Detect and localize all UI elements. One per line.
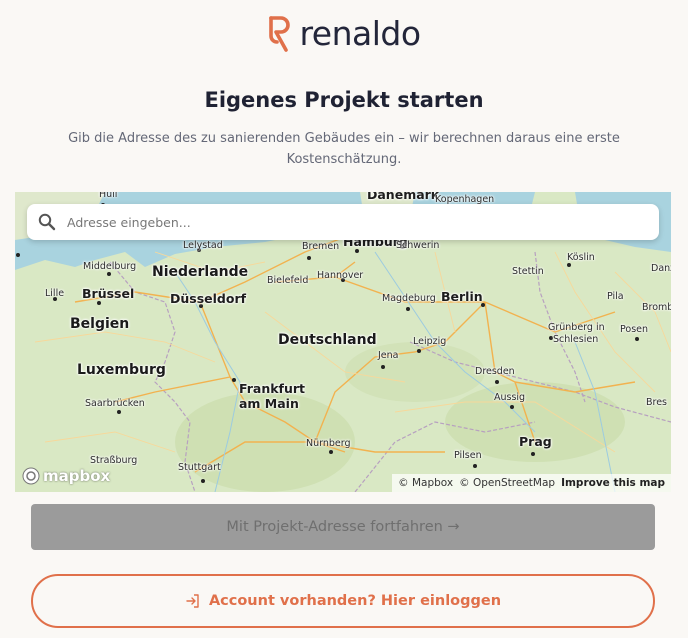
city-dot xyxy=(381,365,385,369)
improve-map-link[interactable]: Improve this map xyxy=(561,477,665,489)
map-label: Brüssel xyxy=(82,286,135,301)
map-view[interactable]: Hull Danemark Kopenhagen Lelystad Bremen… xyxy=(15,192,671,492)
address-search-bar[interactable] xyxy=(27,204,659,240)
map-label: Hannover xyxy=(317,270,364,281)
map-label: Prag xyxy=(519,434,552,449)
map-label: Saarbrücken xyxy=(85,398,145,409)
brand-logo[interactable]: renaldo xyxy=(0,14,688,54)
login-button[interactable]: Account vorhanden? Hier einloggen xyxy=(31,574,655,628)
city-dot xyxy=(635,337,639,341)
brand-name: renaldo xyxy=(299,14,421,53)
map-label: Hull xyxy=(99,192,118,200)
renaldo-logo-icon xyxy=(269,16,291,52)
map-label: Jena xyxy=(378,350,399,361)
map-label: Bromb xyxy=(642,302,671,313)
city-dot xyxy=(406,307,410,311)
mapbox-logo-text: mapbox xyxy=(43,467,111,485)
attribution-osm-link[interactable]: © OpenStreetMap xyxy=(459,477,555,489)
map-label: Pila xyxy=(607,291,624,302)
city-dot xyxy=(107,272,111,276)
map-label: Köslin xyxy=(567,252,595,263)
city-dot xyxy=(16,253,20,257)
map-label: Posen xyxy=(620,324,649,335)
login-icon xyxy=(186,594,199,608)
map-label: Straßburg xyxy=(90,455,138,466)
address-input[interactable] xyxy=(65,213,629,231)
map-label: Frankfurt xyxy=(239,381,306,396)
mapbox-logo[interactable]: mapbox xyxy=(22,467,110,485)
attribution-mapbox-link[interactable]: © Mapbox xyxy=(398,477,453,489)
map-label: Pilsen xyxy=(454,450,482,461)
map-label: Schwerin xyxy=(396,240,440,251)
city-dot xyxy=(510,405,514,409)
map-label: Berlin xyxy=(441,289,483,304)
city-dot xyxy=(355,249,359,253)
map-label: am Main xyxy=(239,396,299,411)
city-dot xyxy=(417,349,421,353)
map-label: Leipzig xyxy=(413,336,447,347)
city-dot xyxy=(97,301,101,305)
map-label: Bres xyxy=(646,397,668,408)
map-label: Belgien xyxy=(70,316,130,332)
login-button-label: Account vorhanden? Hier einloggen xyxy=(208,593,502,609)
city-dot xyxy=(495,380,499,384)
page-subtitle: Gib die Adresse des zu sanierenden Gebäu… xyxy=(68,131,620,167)
map-label: Magdeburg xyxy=(382,293,436,304)
city-dot xyxy=(473,464,477,468)
map-label: Grünberg in xyxy=(548,322,605,333)
map-label: Deutschland xyxy=(278,332,377,348)
map-label: Dresden xyxy=(475,366,515,377)
city-dot xyxy=(329,450,333,454)
page-title: Eigenes Projekt starten xyxy=(204,88,484,112)
map-label: Stuttgart xyxy=(178,462,221,473)
map-label: Stettin xyxy=(512,266,544,277)
map-label: Luxemburg xyxy=(77,362,166,378)
map-label: Lille xyxy=(45,288,65,299)
mapbox-icon xyxy=(22,467,40,485)
map-label: Aussig xyxy=(494,392,526,403)
city-dot xyxy=(232,378,236,382)
city-dot xyxy=(117,410,121,414)
city-dot xyxy=(567,263,571,267)
map-label: Niederlande xyxy=(152,264,249,280)
city-dot xyxy=(201,479,205,483)
city-dot xyxy=(531,452,535,456)
search-icon xyxy=(38,213,56,231)
continue-with-address-button[interactable]: Mit Projekt-Adresse fortfahren → xyxy=(31,504,655,550)
city-dot xyxy=(307,256,311,260)
map-label: Nürnberg xyxy=(306,438,351,449)
map-label: Danemark xyxy=(367,192,440,202)
map-label: Danz xyxy=(651,263,671,274)
map-label: Düsseldorf xyxy=(170,291,247,306)
map-label: Schlesien xyxy=(553,334,599,345)
map-label: Middelburg xyxy=(83,261,137,272)
map-attribution: © Mapbox © OpenStreetMap Improve this ma… xyxy=(392,474,671,492)
map-label: Bremen xyxy=(302,241,340,252)
map-label: Bielefeld xyxy=(267,275,309,286)
map-label: Lelystad xyxy=(183,240,223,251)
